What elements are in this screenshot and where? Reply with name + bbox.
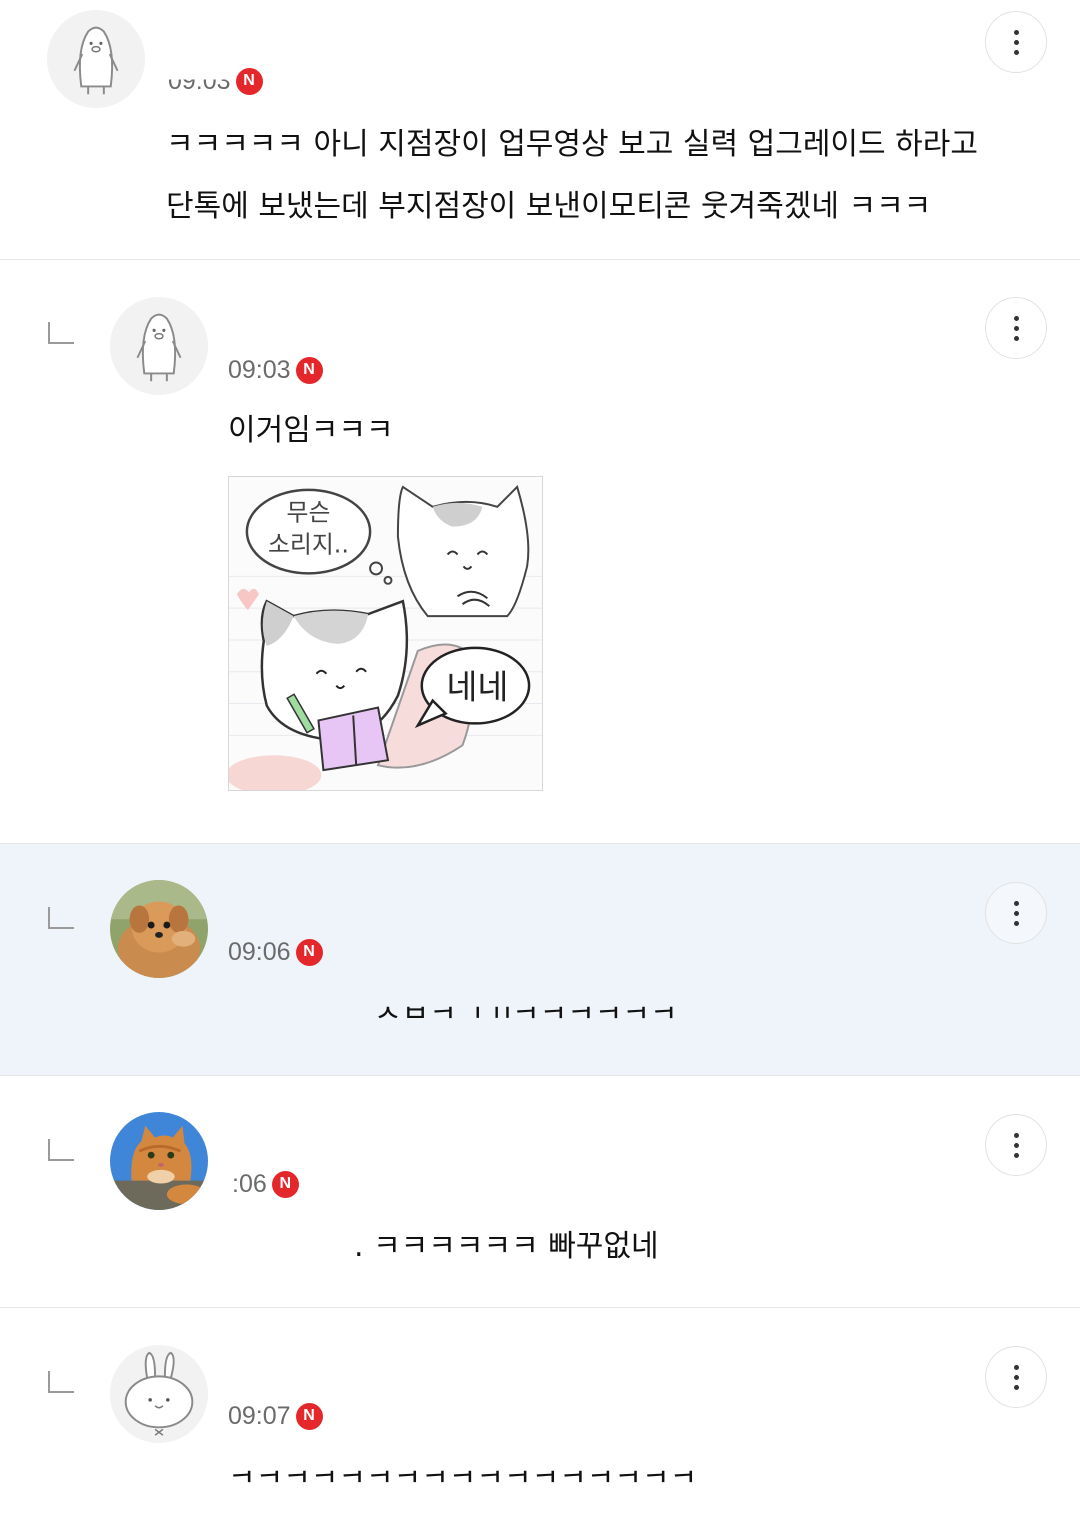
more-dot-icon bbox=[1013, 1384, 1019, 1390]
reply-arrow-icon bbox=[48, 1371, 74, 1393]
new-badge: N bbox=[295, 356, 323, 384]
comment-time: 09:07 bbox=[228, 1401, 291, 1430]
comment-text: . ㅋㅋㅋㅋㅋㅋ 빠꾸없네 bbox=[354, 1229, 659, 1264]
comment-item: 09:03 N ㅋㅋㅋㅋㅋ 아니 지점장이 업무영상 보고 실력 업그레이드 하… bbox=[0, 0, 1080, 260]
new-badge: N bbox=[295, 1402, 323, 1430]
new-badge: N bbox=[295, 938, 323, 966]
reply-comment-item: 09:06 N ㅅㅂㅋㄱㄲㅋㅋㅋㅋㅋㅋ bbox=[0, 844, 1080, 1076]
cat-sticker-image[interactable]: 무슨 소리지.. 네네 bbox=[228, 476, 543, 791]
reply-comment-item: :06 N . ㅋㅋㅋㅋㅋㅋ 빠꾸없네 bbox=[0, 1076, 1080, 1308]
comment-meta: :06 N bbox=[232, 1169, 299, 1199]
comment-meta: 09:06 N bbox=[228, 937, 323, 967]
reply-arrow-icon bbox=[48, 1139, 74, 1161]
more-dot-icon bbox=[1013, 315, 1019, 321]
rabbit-avatar-icon[interactable] bbox=[110, 1345, 208, 1443]
reply-arrow-icon bbox=[48, 907, 74, 929]
comment-meta: 09:03 N bbox=[228, 355, 323, 385]
more-options-button[interactable] bbox=[985, 1346, 1047, 1408]
comment-time: 09:06 bbox=[228, 937, 291, 966]
more-dot-icon bbox=[1013, 1364, 1019, 1370]
comment-text: ㅋㅋㅋㅋㅋㅋㅋㅋㅋㅋㅋㅋㅋㅋㅋㅋㅋ bbox=[228, 1459, 698, 1494]
more-dot-icon bbox=[1013, 49, 1019, 55]
sticker-bubble-text: 소리지.. bbox=[268, 531, 349, 559]
puppy-photo-avatar[interactable] bbox=[110, 880, 208, 978]
more-options-button[interactable] bbox=[985, 11, 1047, 73]
reply-arrow-icon bbox=[48, 322, 74, 344]
more-dot-icon bbox=[1013, 910, 1019, 916]
more-dot-icon bbox=[1013, 1132, 1019, 1138]
comment-time: 09:03 bbox=[228, 355, 291, 384]
sticker-bubble-text: 네네 bbox=[446, 668, 508, 707]
comment-text: ㅅㅂㅋㄱㄲㅋㅋㅋㅋㅋㅋ bbox=[374, 995, 678, 1030]
comment-text: 이거임ㅋㅋㅋ bbox=[228, 413, 394, 448]
sticker-bubble-text: 무슨 bbox=[287, 499, 331, 527]
more-dot-icon bbox=[1013, 29, 1019, 35]
more-dot-icon bbox=[1013, 335, 1019, 341]
new-badge: N bbox=[235, 67, 263, 95]
reply-comment-item: 09:03 N 이거임ㅋㅋㅋ 무슨 소리지.. 네네 bbox=[0, 260, 1080, 844]
comment-text: ㅋㅋㅋㅋㅋ 아니 지점장이 업무영상 보고 실력 업그레이드 하라고 단톡에 보… bbox=[166, 114, 978, 238]
comment-text-line: ㅋㅋㅋㅋㅋ 아니 지점장이 업무영상 보고 실력 업그레이드 하라고 bbox=[166, 127, 978, 162]
comment-time: :06 bbox=[232, 1169, 267, 1198]
comment-text-line: 단톡에 보냈는데 부지점장이 보낸이모티콘 웃겨죽겠네 ㅋㅋㅋ bbox=[166, 189, 932, 224]
more-options-button[interactable] bbox=[985, 882, 1047, 944]
comment-meta: 09:07 N bbox=[228, 1401, 323, 1431]
more-dot-icon bbox=[1013, 325, 1019, 331]
more-dot-icon bbox=[1013, 920, 1019, 926]
more-dot-icon bbox=[1013, 1142, 1019, 1148]
penguin-avatar-icon[interactable] bbox=[47, 10, 145, 108]
reply-comment-item: 09:07 N ㅋㅋㅋㅋㅋㅋㅋㅋㅋㅋㅋㅋㅋㅋㅋㅋㅋ bbox=[0, 1308, 1080, 1522]
more-dot-icon bbox=[1013, 1152, 1019, 1158]
comment-meta: 09:03 N bbox=[168, 66, 263, 96]
more-dot-icon bbox=[1013, 39, 1019, 45]
more-options-button[interactable] bbox=[985, 1114, 1047, 1176]
cat-photo-avatar[interactable] bbox=[110, 1112, 208, 1210]
more-dot-icon bbox=[1013, 1374, 1019, 1380]
comment-time: 09:03 bbox=[168, 66, 231, 95]
new-badge: N bbox=[271, 1170, 299, 1198]
more-options-button[interactable] bbox=[985, 297, 1047, 359]
more-dot-icon bbox=[1013, 900, 1019, 906]
penguin-avatar-icon[interactable] bbox=[110, 297, 208, 395]
